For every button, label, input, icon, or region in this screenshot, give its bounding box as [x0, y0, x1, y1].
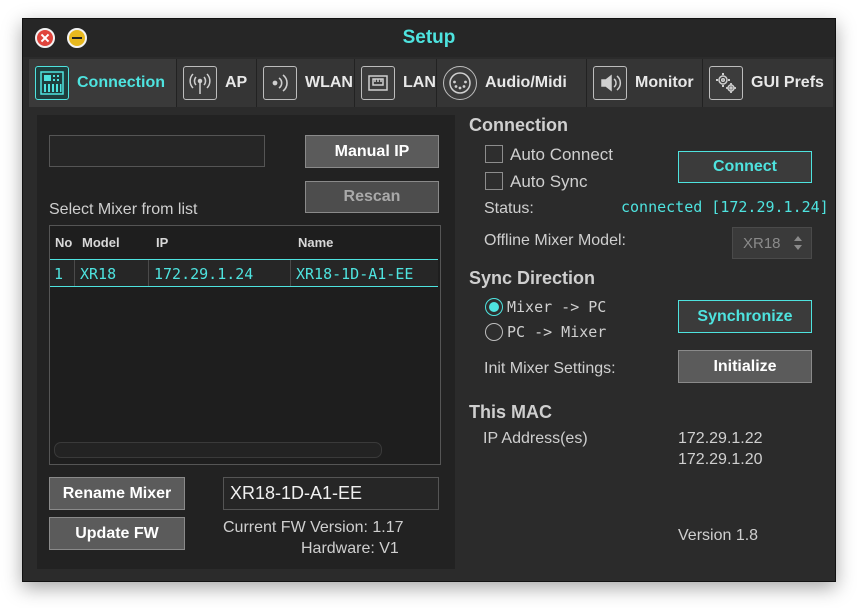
window-title: Setup	[402, 27, 456, 48]
manual-ip-button[interactable]: Manual IP	[305, 135, 439, 168]
tab-monitor[interactable]: Monitor	[587, 59, 703, 107]
title-bar: Setup	[23, 19, 835, 57]
initialize-button[interactable]: Initialize	[678, 350, 812, 383]
status-label: Status:	[484, 200, 534, 217]
auto-sync-checkbox[interactable]	[485, 172, 503, 190]
offline-model-label: Offline Mixer Model:	[484, 232, 626, 249]
table-row[interactable]: 1 XR18 172.29.1.24 XR18-1D-A1-EE	[50, 259, 438, 287]
mixer-name-input[interactable]: XR18-1D-A1-EE	[223, 477, 439, 510]
cell-name: XR18-1D-A1-EE	[296, 265, 414, 283]
tab-ap[interactable]: AP	[177, 59, 257, 107]
antenna-icon	[183, 66, 217, 100]
tab-label: Audio/Midi	[485, 74, 567, 91]
offline-model-select[interactable]: XR18	[732, 227, 812, 259]
speaker-icon	[593, 66, 627, 100]
midi-icon	[443, 66, 477, 100]
tab-label: Monitor	[635, 74, 694, 91]
cell-ip: 172.29.1.24	[154, 265, 254, 283]
ethernet-icon	[361, 66, 395, 100]
tab-label: GUI Prefs	[751, 74, 824, 91]
connect-button[interactable]: Connect	[678, 151, 812, 183]
version-label: Version 1.8	[678, 527, 759, 544]
synchronize-button[interactable]: Synchronize	[678, 300, 812, 333]
auto-connect-label: Auto Connect	[510, 145, 614, 164]
mixer-to-pc-radio[interactable]	[485, 298, 503, 316]
select-mixer-label: Select Mixer from list	[49, 201, 198, 218]
wifi-icon	[263, 66, 297, 100]
column-header-ip: IP	[156, 235, 169, 250]
hardware-label: Hardware: V1	[301, 540, 399, 557]
connection-heading: Connection	[469, 115, 568, 135]
column-header-model: Model	[82, 235, 120, 250]
column-header-no: No	[55, 235, 73, 250]
rescan-button[interactable]: Rescan	[305, 181, 439, 213]
tab-label: WLAN	[305, 74, 353, 91]
fw-version-label: Current FW Version: 1.17	[223, 519, 404, 536]
tab-label: AP	[225, 74, 248, 91]
pc-to-mixer-radio[interactable]	[485, 323, 503, 341]
tab-label: Connection	[77, 74, 165, 91]
mixer-to-pc-label: Mixer -> PC	[507, 298, 607, 316]
update-fw-button[interactable]: Update FW	[49, 517, 185, 550]
tab-label: LAN	[403, 74, 436, 91]
setup-window: Setup Connection AP WLAN LAN Audio/Midi …	[22, 18, 836, 582]
status-value: connected [172.29.1.24]	[621, 198, 829, 216]
ip-input[interactable]	[49, 135, 265, 167]
this-mac-heading: This MAC	[469, 402, 552, 422]
auto-sync-label: Auto Sync	[510, 172, 588, 191]
tab-audio-midi[interactable]: Audio/Midi	[437, 59, 587, 107]
stepper-icon	[793, 234, 803, 256]
ip-address-value: 172.29.1.22	[678, 430, 763, 447]
pc-to-mixer-label: PC -> Mixer	[507, 323, 607, 341]
auto-connect-checkbox[interactable]	[485, 145, 503, 163]
mixer-table[interactable]: No Model IP Name 1 XR18 172.29.1.24 XR18…	[49, 225, 441, 465]
tab-gui-prefs[interactable]: GUI Prefs	[703, 59, 833, 107]
ip-addresses-label: IP Address(es)	[483, 430, 588, 447]
rename-mixer-button[interactable]: Rename Mixer	[49, 477, 185, 510]
init-mixer-label: Init Mixer Settings:	[484, 360, 616, 377]
cell-no: 1	[54, 265, 64, 283]
mixer-list-panel: Manual IP Rescan Select Mixer from list …	[37, 115, 455, 569]
tab-bar: Connection AP WLAN LAN Audio/Midi Monito…	[23, 59, 835, 107]
mixer-icon	[35, 66, 69, 100]
tab-wlan[interactable]: WLAN	[257, 59, 355, 107]
ip-address-value: 172.29.1.20	[678, 451, 763, 468]
gears-icon	[709, 66, 743, 100]
horizontal-scrollbar[interactable]	[54, 442, 382, 458]
column-header-name: Name	[298, 235, 334, 250]
sync-direction-heading: Sync Direction	[469, 268, 596, 288]
offline-model-value: XR18	[743, 234, 781, 252]
tab-lan[interactable]: LAN	[355, 59, 437, 107]
cell-model: XR18	[80, 265, 117, 283]
tab-connection[interactable]: Connection	[29, 59, 177, 107]
